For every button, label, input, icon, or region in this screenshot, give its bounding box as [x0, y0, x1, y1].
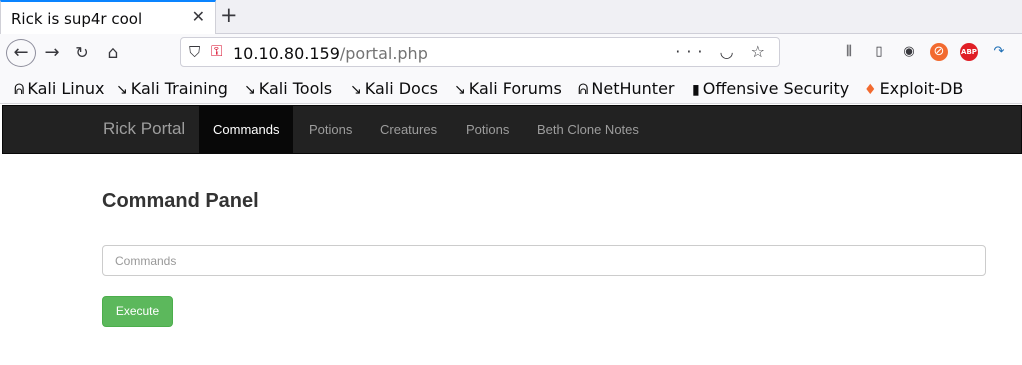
- kali-knife-icon: ↘: [244, 82, 256, 98]
- arrow-left-icon: ←: [13, 42, 29, 63]
- bookmark-offensive-security[interactable]: ▮ Offensive Security: [692, 79, 849, 98]
- bookmark-kali-docs[interactable]: ↘ Kali Docs: [350, 79, 438, 98]
- url-bar[interactable]: ⛉ ⚿ 10.10.80.159/portal.php ··· ◡ ☆: [180, 37, 780, 67]
- forward-button[interactable]: →: [42, 39, 62, 67]
- back-button[interactable]: ←: [6, 39, 36, 67]
- page-title: Command Panel: [102, 190, 259, 212]
- close-icon[interactable]: ✕: [192, 7, 205, 26]
- bookmark-kali-forums[interactable]: ↘ Kali Forums: [454, 79, 562, 98]
- bookmark-kali-linux[interactable]: ᕱ Kali Linux: [14, 79, 105, 98]
- bookmark-nethunter[interactable]: ᕱ NetHunter: [578, 79, 674, 98]
- home-button[interactable]: ⌂: [103, 39, 123, 67]
- kali-dragon-icon: ᕱ: [578, 82, 589, 98]
- more-icon[interactable]: ···: [675, 42, 708, 61]
- shield-icon[interactable]: ⛉: [189, 43, 200, 61]
- url-path: /portal.php: [339, 44, 428, 63]
- reload-button[interactable]: ↻: [72, 39, 92, 67]
- kali-dragon-icon: ᕱ: [14, 82, 25, 98]
- bookmark-label: Offensive Security: [702, 79, 850, 98]
- nav-potions-2[interactable]: Potions: [452, 106, 523, 153]
- execute-button[interactable]: Execute: [102, 296, 173, 327]
- bookmark-label: Exploit-DB: [879, 79, 964, 98]
- bookmark-label: Kali Linux: [27, 79, 105, 98]
- pocket-icon[interactable]: ◡: [720, 42, 740, 61]
- navigation-toolbar: ← → ↻ ⌂ ⛉ ⚿ 10.10.80.159/portal.php ··· …: [0, 34, 1022, 74]
- star-icon[interactable]: ☆: [751, 42, 771, 61]
- bookmark-label: Kali Training: [130, 79, 228, 98]
- tab-strip: Rick is sup4r cool ✕ +: [0, 0, 1022, 34]
- sidebar-icon[interactable]: ▯: [870, 43, 888, 61]
- bookmark-kali-tools[interactable]: ↘ Kali Tools: [244, 79, 332, 98]
- nav-beth-clone-notes[interactable]: Beth Clone Notes: [523, 106, 653, 153]
- kali-knife-icon: ↘: [116, 82, 128, 98]
- kali-icon[interactable]: ↷: [990, 43, 1008, 61]
- url-text[interactable]: 10.10.80.159/portal.php: [233, 44, 428, 63]
- kali-knife-icon: ↘: [454, 82, 466, 98]
- bookmark-label: Kali Forums: [468, 79, 562, 98]
- site-navbar: Rick Portal Commands Potions Creatures P…: [2, 105, 1022, 154]
- bookmark-exploit-db[interactable]: ♦ Exploit-DB: [864, 79, 963, 98]
- tab-title: Rick is sup4r cool: [11, 10, 143, 28]
- offsec-icon: ▮: [692, 82, 700, 98]
- commands-input[interactable]: [102, 245, 986, 276]
- account-icon[interactable]: ◉: [900, 43, 918, 61]
- bookmark-kali-training[interactable]: ↘ Kali Training: [116, 79, 228, 98]
- home-icon: ⌂: [107, 43, 119, 63]
- url-host: 10.10.80.159: [233, 44, 340, 63]
- nav-creatures[interactable]: Creatures: [366, 106, 451, 153]
- exploitdb-icon: ♦: [864, 82, 877, 98]
- bookmark-label: NetHunter: [591, 79, 675, 98]
- bookmark-label: Kali Docs: [364, 79, 438, 98]
- nav-potions[interactable]: Potions: [295, 106, 366, 153]
- plus-icon[interactable]: +: [220, 3, 238, 27]
- bookmark-label: Kali Tools: [258, 79, 333, 98]
- insecure-lock-icon[interactable]: ⚿: [211, 42, 222, 60]
- arrow-right-icon: →: [44, 42, 60, 63]
- nav-commands[interactable]: Commands: [199, 106, 294, 153]
- library-icon[interactable]: ⫼: [840, 43, 858, 61]
- browser-tab[interactable]: Rick is sup4r cool ✕: [0, 0, 216, 34]
- brand-link[interactable]: Rick Portal: [103, 119, 185, 139]
- bookmarks-toolbar: ᕱ Kali Linux ↘ Kali Training ↘ Kali Tools ↘…: [0, 74, 1022, 104]
- adblock-icon[interactable]: ABP: [960, 43, 978, 61]
- reload-icon: ↻: [75, 43, 89, 62]
- kali-knife-icon: ↘: [350, 82, 362, 98]
- extension-icon[interactable]: ⊘: [930, 43, 948, 61]
- page-actions: ··· ◡ ☆: [675, 42, 771, 61]
